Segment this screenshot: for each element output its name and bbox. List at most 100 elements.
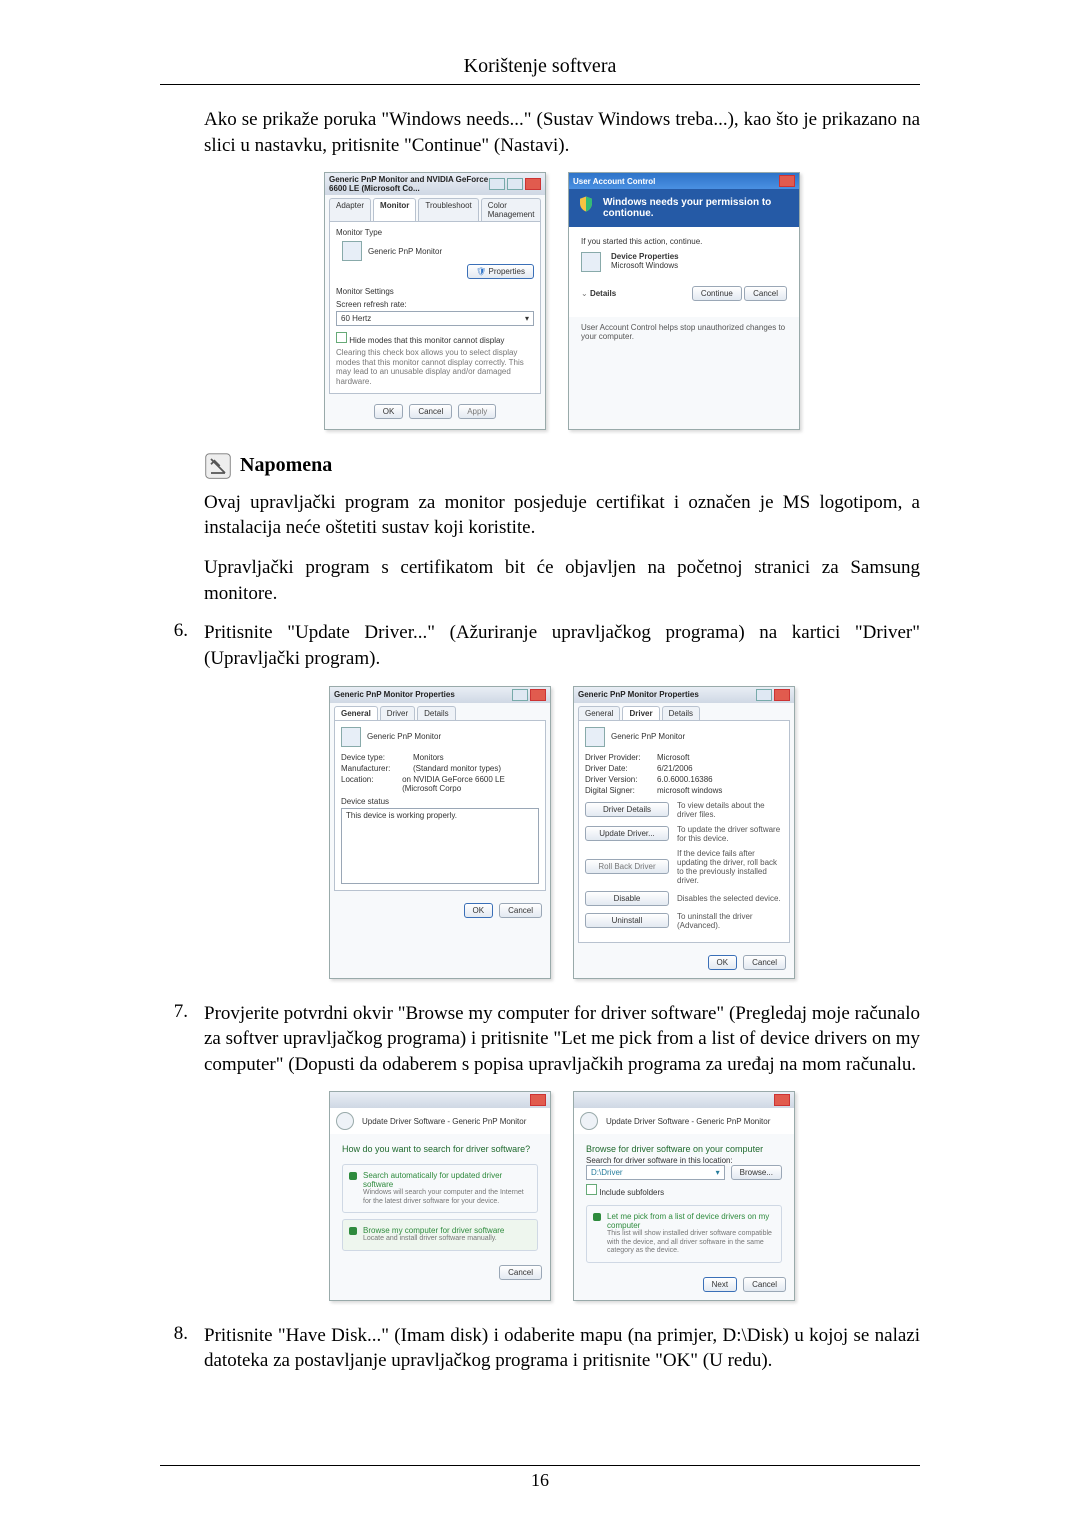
option-auto-desc: Windows will search your computer and th… bbox=[363, 1189, 529, 1206]
option-auto-title: Search automatically for updated driver … bbox=[363, 1171, 529, 1189]
device-type-v: Monitors bbox=[413, 753, 444, 762]
minimize-icon[interactable] bbox=[489, 178, 505, 190]
monitor-type-label: Monitor Type bbox=[336, 228, 534, 237]
chevron-down-icon[interactable]: ⌄ bbox=[581, 289, 588, 298]
path-input[interactable]: D:\Driver ▾ bbox=[586, 1165, 725, 1180]
ok-button[interactable]: OK bbox=[374, 404, 404, 419]
driver-details-button[interactable]: Driver Details bbox=[585, 802, 669, 817]
signer-k: Digital Signer: bbox=[585, 786, 651, 795]
location-v: on NVIDIA GeForce 6600 LE (Microsoft Cor… bbox=[402, 775, 539, 793]
step-number-7: 7. bbox=[160, 1001, 188, 1078]
uac-vendor: Microsoft Windows bbox=[611, 261, 679, 270]
help-icon[interactable] bbox=[756, 689, 772, 701]
disable-desc: Disables the selected device. bbox=[677, 894, 783, 903]
cancel-button[interactable]: Cancel bbox=[743, 955, 786, 970]
monitor-icon bbox=[341, 727, 361, 747]
fig-wizard-browse: Update Driver Software - Generic PnP Mon… bbox=[573, 1091, 795, 1300]
uac-if-started: If you started this action, continue. bbox=[581, 237, 787, 246]
option-browse-title: Browse my computer for driver software bbox=[363, 1226, 529, 1235]
tab-troubleshoot[interactable]: Troubleshoot bbox=[418, 198, 478, 221]
tab-details[interactable]: Details bbox=[417, 706, 455, 720]
details-toggle[interactable]: Details bbox=[590, 289, 616, 298]
close-icon[interactable] bbox=[525, 178, 541, 190]
monitor-icon bbox=[342, 241, 362, 261]
clearing-note: Clearing this check box allows you to se… bbox=[336, 348, 534, 386]
version-v: 6.0.6000.16386 bbox=[657, 775, 713, 784]
titlebar: User Account Control bbox=[569, 173, 799, 189]
tab-general[interactable]: General bbox=[578, 706, 620, 720]
option-auto-search[interactable]: Search automatically for updated driver … bbox=[342, 1164, 538, 1213]
option-let-me-pick[interactable]: Let me pick from a list of device driver… bbox=[586, 1205, 782, 1262]
provider-v: Microsoft bbox=[657, 753, 689, 762]
tab-colormgmt[interactable]: Color Management bbox=[481, 198, 542, 221]
disable-button[interactable]: Disable bbox=[585, 891, 669, 906]
refresh-rate-select[interactable]: 60 Hertz ▾ bbox=[336, 311, 534, 326]
back-icon[interactable] bbox=[336, 1112, 354, 1130]
tab-general[interactable]: General bbox=[334, 706, 378, 720]
close-icon[interactable] bbox=[779, 175, 795, 187]
close-icon[interactable] bbox=[774, 1094, 790, 1106]
wizard-heading: Browse for driver software on your compu… bbox=[574, 1134, 794, 1156]
ok-button[interactable]: OK bbox=[464, 903, 494, 918]
device-status-label: Device status bbox=[341, 797, 539, 806]
note-icon bbox=[204, 452, 232, 480]
uninstall-button[interactable]: Uninstall bbox=[585, 913, 669, 928]
uac-footer-note: User Account Control helps stop unauthor… bbox=[569, 317, 799, 351]
tab-monitor[interactable]: Monitor bbox=[373, 198, 416, 221]
option-pick-desc: This list will show installed driver sof… bbox=[607, 1230, 773, 1255]
wizard-question: How do you want to search for driver sof… bbox=[330, 1134, 550, 1158]
browse-button[interactable]: Browse... bbox=[731, 1165, 782, 1180]
close-icon[interactable] bbox=[530, 1094, 546, 1106]
chevron-down-icon: ▾ bbox=[525, 314, 529, 323]
fig-uac: User Account Control Windows needs your … bbox=[568, 172, 800, 429]
step-number-6: 6. bbox=[160, 620, 188, 671]
cancel-button[interactable]: Cancel bbox=[499, 1265, 542, 1280]
refresh-rate-value: 60 Hertz bbox=[341, 314, 371, 323]
close-icon[interactable] bbox=[774, 689, 790, 701]
titlebar: Generic PnP Monitor Properties bbox=[574, 687, 794, 703]
program-icon bbox=[581, 252, 601, 272]
step-number-8: 8. bbox=[160, 1323, 188, 1374]
page-header: Korištenje softvera bbox=[160, 55, 920, 78]
window-title: Generic PnP Monitor Properties bbox=[578, 690, 699, 699]
tab-adapter[interactable]: Adapter bbox=[329, 198, 371, 221]
option-pick-title: Let me pick from a list of device driver… bbox=[607, 1212, 773, 1230]
hide-modes-checkbox[interactable] bbox=[336, 332, 347, 343]
next-button[interactable]: Next bbox=[703, 1277, 737, 1292]
update-driver-desc: To update the driver software for this d… bbox=[677, 825, 783, 843]
date-v: 6/21/2006 bbox=[657, 764, 693, 773]
arrow-icon bbox=[593, 1213, 601, 1221]
uac-heading: Windows needs your permission to contion… bbox=[569, 189, 799, 227]
apply-button[interactable]: Apply bbox=[458, 404, 496, 419]
close-icon[interactable] bbox=[530, 689, 546, 701]
properties-button-label: Properties bbox=[489, 267, 525, 276]
titlebar bbox=[330, 1092, 550, 1108]
update-driver-button[interactable]: Update Driver... bbox=[585, 826, 669, 841]
maximize-icon[interactable] bbox=[507, 178, 523, 190]
location-k: Location: bbox=[341, 775, 396, 793]
include-subfolders-checkbox[interactable] bbox=[586, 1184, 597, 1195]
cancel-button[interactable]: Cancel bbox=[409, 404, 452, 419]
properties-button[interactable]: 🛡 Properties bbox=[467, 264, 534, 279]
help-icon[interactable] bbox=[512, 689, 528, 701]
titlebar bbox=[574, 1092, 794, 1108]
device-name: Generic PnP Monitor bbox=[611, 732, 685, 741]
refresh-rate-label: Screen refresh rate: bbox=[336, 300, 534, 309]
window-title: User Account Control bbox=[573, 177, 655, 186]
tab-driver[interactable]: Driver bbox=[380, 706, 415, 720]
continue-button[interactable]: Continue bbox=[692, 286, 742, 301]
cancel-button[interactable]: Cancel bbox=[499, 903, 542, 918]
cancel-button[interactable]: Cancel bbox=[744, 286, 787, 301]
option-browse[interactable]: Browse my computer for driver software L… bbox=[342, 1219, 538, 1250]
note-p2: Upravljački program s certifikatom bit ć… bbox=[204, 555, 920, 606]
tab-details[interactable]: Details bbox=[662, 706, 700, 720]
back-icon[interactable] bbox=[580, 1112, 598, 1130]
include-subfolders-label: Include subfolders bbox=[599, 1188, 664, 1197]
uninstall-desc: To uninstall the driver (Advanced). bbox=[677, 912, 783, 930]
tab-driver[interactable]: Driver bbox=[622, 706, 659, 720]
ok-button[interactable]: OK bbox=[708, 955, 738, 970]
titlebar: Generic PnP Monitor Properties bbox=[330, 687, 550, 703]
window-title: Generic PnP Monitor and NVIDIA GeForce 6… bbox=[329, 175, 489, 193]
cancel-button[interactable]: Cancel bbox=[743, 1277, 786, 1292]
date-k: Driver Date: bbox=[585, 764, 651, 773]
